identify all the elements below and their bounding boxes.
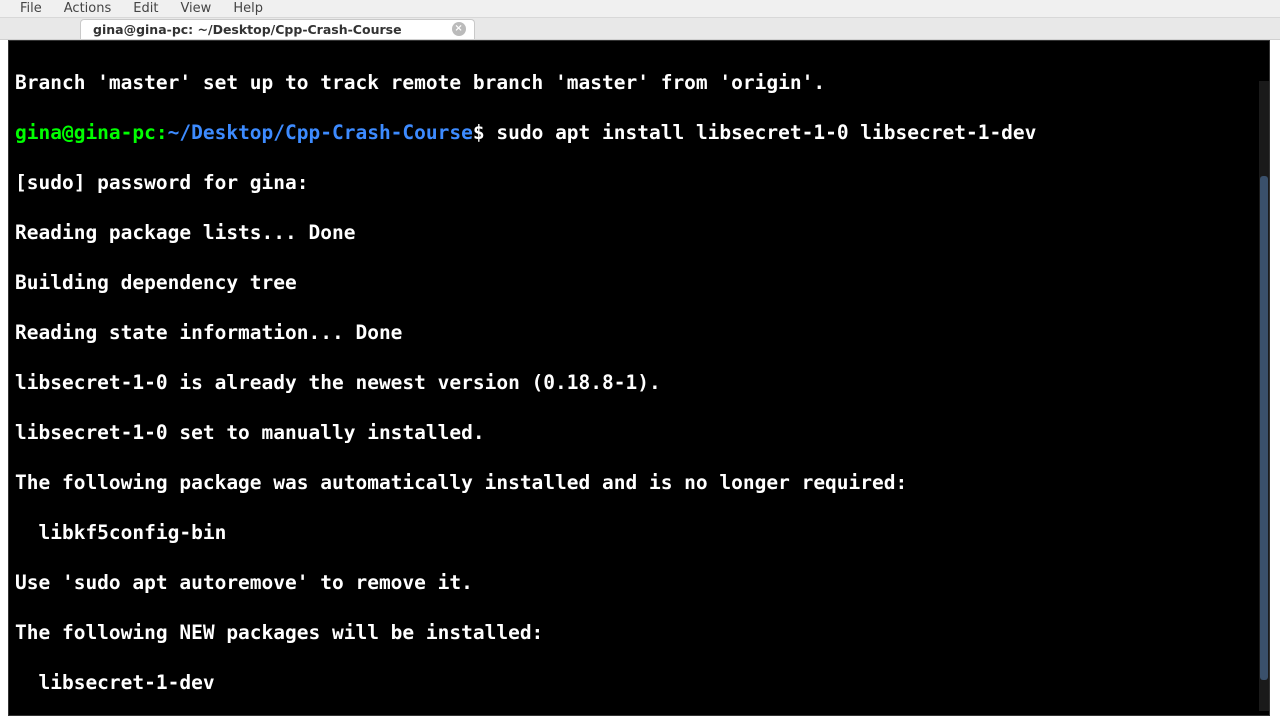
output-line: Use 'sudo apt autoremove' to remove it. [15,570,1263,595]
menu-edit[interactable]: Edit [133,1,158,16]
menubar: File Actions Edit View Help [0,0,1280,18]
output-line: Reading state information... Done [15,320,1263,345]
menu-view[interactable]: View [180,1,211,16]
menu-actions[interactable]: Actions [64,1,112,16]
output-line: Building dependency tree [15,270,1263,295]
output-line: The following NEW packages will be insta… [15,620,1263,645]
scrollbar[interactable] [1259,81,1269,711]
menu-help[interactable]: Help [233,1,263,16]
prompt-line: gina@gina-pc:~/Desktop/Cpp-Crash-Course$… [15,120,1263,145]
tabbar: gina@gina-pc: ~/Desktop/Cpp-Crash-Course… [0,18,1280,40]
menu-file[interactable]: File [20,1,42,16]
terminal-output[interactable]: Branch 'master' set up to track remote b… [15,45,1263,711]
output-line: Branch 'master' set up to track remote b… [15,70,1263,95]
prompt-user-host: gina@gina-pc: [15,121,168,144]
output-line: The following package was automatically … [15,470,1263,495]
output-line: libkf5config-bin [15,520,1263,545]
close-icon[interactable]: × [452,22,466,36]
command-text: sudo apt install libsecret-1-0 libsecret… [485,121,1037,144]
terminal-panel[interactable]: Branch 'master' set up to track remote b… [8,40,1270,716]
output-line: [sudo] password for gina: [15,170,1263,195]
tab-title: gina@gina-pc: ~/Desktop/Cpp-Crash-Course [93,22,402,37]
output-line: libsecret-1-0 set to manually installed. [15,420,1263,445]
scrollbar-thumb[interactable] [1260,176,1268,680]
terminal-tab[interactable]: gina@gina-pc: ~/Desktop/Cpp-Crash-Course… [80,19,475,39]
output-line: Reading package lists... Done [15,220,1263,245]
output-line: libsecret-1-dev [15,670,1263,695]
prompt-symbol: $ [473,121,485,144]
prompt-path: ~/Desktop/Cpp-Crash-Course [168,121,473,144]
output-line: libsecret-1-0 is already the newest vers… [15,370,1263,395]
